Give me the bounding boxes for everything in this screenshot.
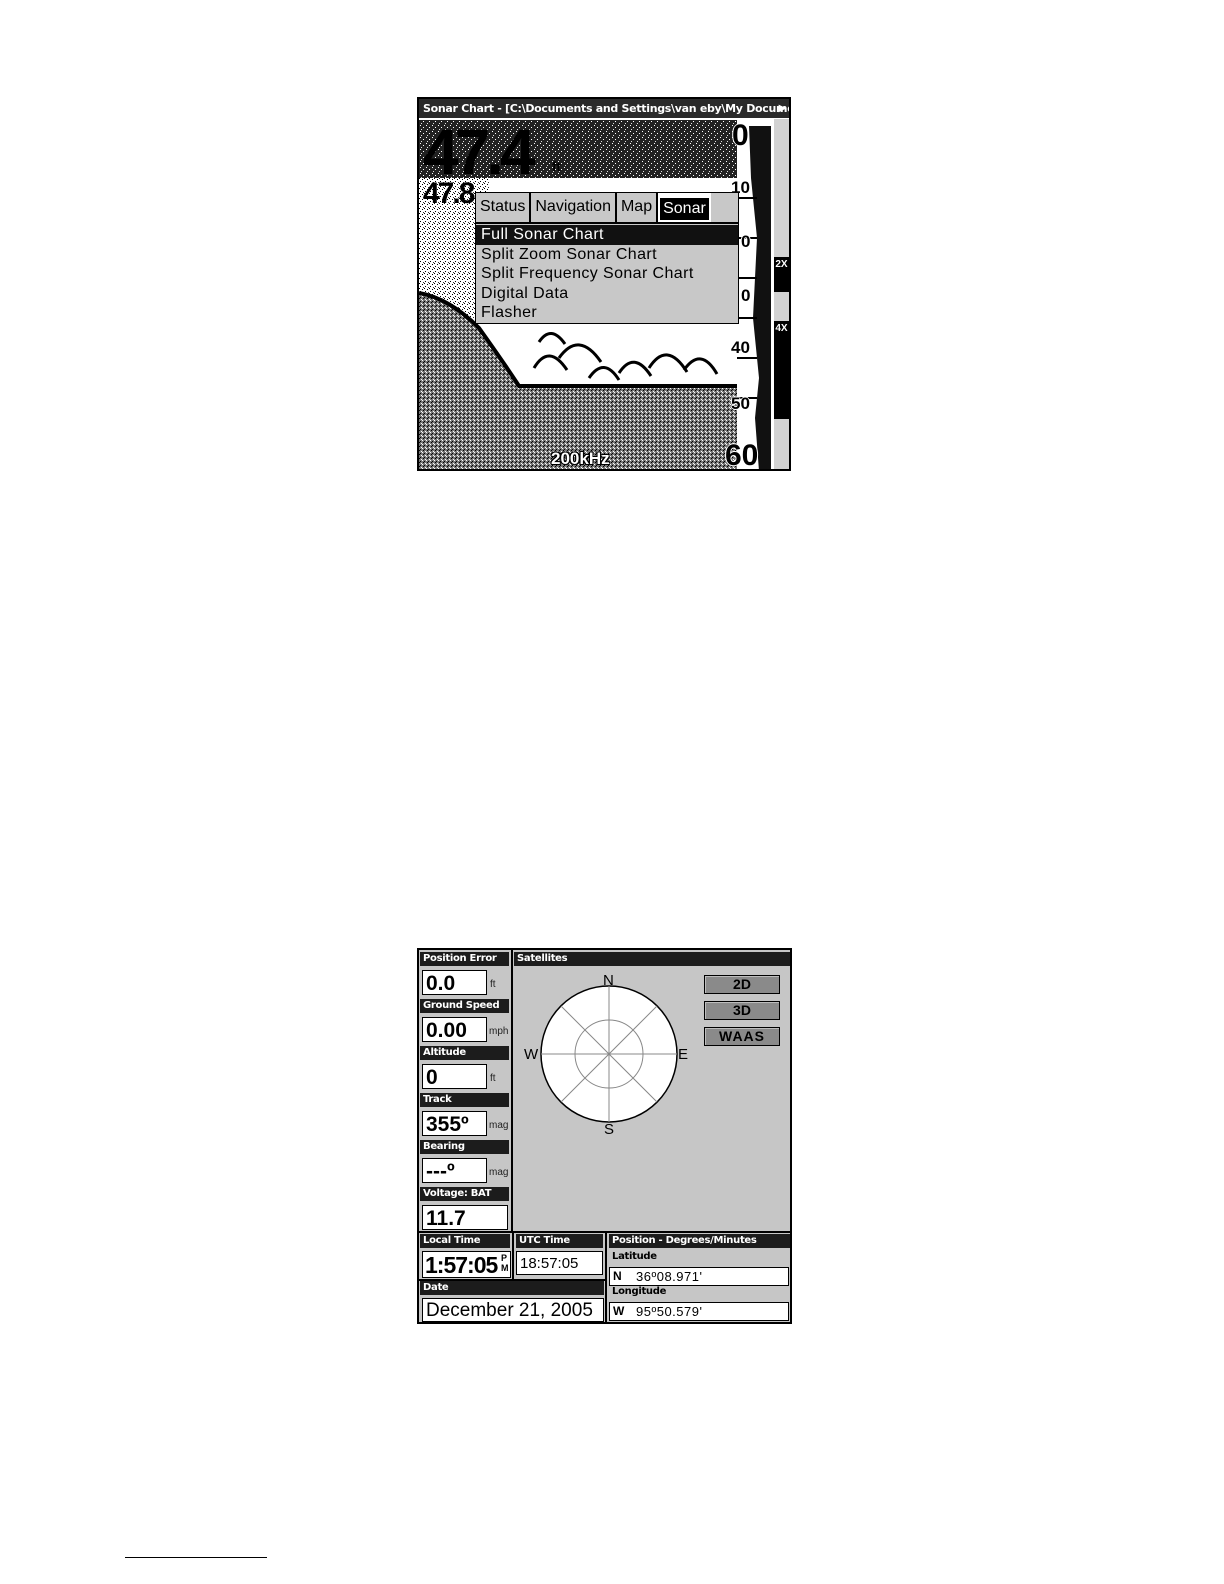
menu-item-split-zoom-sonar-chart[interactable]: Split Zoom Sonar Chart <box>476 245 738 265</box>
longitude-hemisphere: W <box>613 1304 625 1318</box>
local-time-header: Local Time <box>420 1234 510 1248</box>
tab-map[interactable]: Map <box>617 193 659 222</box>
tab-status[interactable]: Status <box>476 193 532 222</box>
time-divider <box>512 1233 514 1280</box>
compass-east-label: E <box>678 1046 689 1063</box>
gps-status-screen: Position Error 0.0 ft Ground Speed 0.00 … <box>417 948 792 1324</box>
menu-item-flasher[interactable]: Flasher <box>476 303 738 323</box>
ground-speed-header: Ground Speed <box>420 999 509 1013</box>
local-time-field: 1:57:05 <box>422 1251 511 1278</box>
footnote-rule <box>125 1557 267 1558</box>
tab-sonar-label: Sonar <box>660 198 709 220</box>
ampm-indicator: P M <box>501 1253 509 1273</box>
menu-item-digital-data[interactable]: Digital Data <box>476 284 738 304</box>
position-error-unit: ft <box>490 979 496 990</box>
secondary-depth-readout: 47.8 <box>423 177 475 210</box>
tab-sonar[interactable]: Sonar <box>658 193 711 222</box>
tab-navigation[interactable]: Navigation <box>531 193 617 222</box>
longitude-value: 95º50.579' <box>636 1304 703 1319</box>
column-divider <box>511 950 513 1231</box>
scroll-right-arrow-icon[interactable]: ▶ <box>779 99 787 118</box>
compass-south-label: S <box>604 1121 615 1138</box>
date-value: December 21, 2005 <box>422 1298 604 1322</box>
depth-scale-label: 0 <box>741 286 751 305</box>
frequency-label: 200kHz <box>551 449 610 468</box>
ground-speed-unit: mph <box>489 1026 509 1037</box>
ampm-bottom: M <box>501 1263 509 1273</box>
utc-time-header: UTC Time <box>516 1234 603 1248</box>
position-error-value: 0.0 <box>422 970 487 995</box>
local-time-value: 1:57:05 <box>425 1252 498 1278</box>
utc-time-value: 18:57:05 <box>516 1251 603 1275</box>
satellites-header: Satellites <box>514 952 790 966</box>
zoom-2x-tag[interactable]: 2X <box>774 257 789 292</box>
menu-item-full-sonar-chart[interactable]: Full Sonar Chart <box>476 225 738 245</box>
track-unit: mag <box>489 1120 509 1131</box>
latitude-value: 36º08.971' <box>636 1269 703 1284</box>
depth-scale-label: 0 <box>741 232 751 251</box>
ampm-top: P <box>501 1253 508 1263</box>
depth-scale-bottom: 60 <box>725 439 759 471</box>
menu-items: Full Sonar Chart Split Zoom Sonar Chart … <box>476 224 738 323</box>
depth-scale-label: 50 <box>731 394 750 413</box>
bearing-unit: mag <box>489 1167 509 1178</box>
longitude-label: Longitude <box>612 1286 667 1297</box>
date-header: Date <box>420 1281 604 1295</box>
track-value: 355º <box>422 1111 487 1136</box>
satellite-sky-plot <box>540 985 678 1123</box>
depth-scale-label: 40 <box>731 338 750 357</box>
depth-unit-label: ft <box>552 159 561 174</box>
altitude-value: 0 <box>422 1064 487 1089</box>
position-header: Position - Degrees/Minutes <box>609 1234 790 1248</box>
bearing-value: ---º <box>422 1158 487 1183</box>
fix-3d-indicator: 3D <box>704 1001 780 1020</box>
page-select-menu: Status Navigation Map Sonar Full Sonar C… <box>475 192 739 324</box>
track-header: Track <box>420 1093 509 1107</box>
longitude-field: W 95º50.579' <box>609 1302 789 1321</box>
bearing-header: Bearing <box>420 1140 509 1154</box>
menu-item-split-frequency-sonar-chart[interactable]: Split Frequency Sonar Chart <box>476 264 738 284</box>
latitude-field: N 36º08.971' <box>609 1267 789 1286</box>
depth-scale-top: 0 <box>732 119 749 152</box>
ground-speed-value: 0.00 <box>422 1017 487 1042</box>
zoom-bar[interactable]: 2X 4X <box>774 119 789 469</box>
waas-indicator: WAAS <box>704 1027 780 1046</box>
zoom-4x-tag[interactable]: 4X <box>774 321 789 419</box>
compass-west-label: W <box>524 1046 539 1063</box>
sonar-chart-screen: Sonar Chart - [C:\Documents and Settings… <box>417 97 791 471</box>
altitude-header: Altitude <box>420 1046 509 1060</box>
voltage-value: 11.7 <box>422 1205 508 1230</box>
voltage-header: Voltage: BAT <box>420 1187 509 1201</box>
menu-tabs: Status Navigation Map Sonar <box>476 193 738 224</box>
window-title: Sonar Chart - [C:\Documents and Settings… <box>423 102 789 115</box>
position-error-header: Position Error <box>420 952 509 966</box>
altitude-unit: ft <box>490 1073 496 1084</box>
compass-north-label: N <box>603 972 614 989</box>
latitude-hemisphere: N <box>613 1269 622 1283</box>
latitude-label: Latitude <box>612 1251 657 1262</box>
fix-2d-indicator: 2D <box>704 975 780 994</box>
